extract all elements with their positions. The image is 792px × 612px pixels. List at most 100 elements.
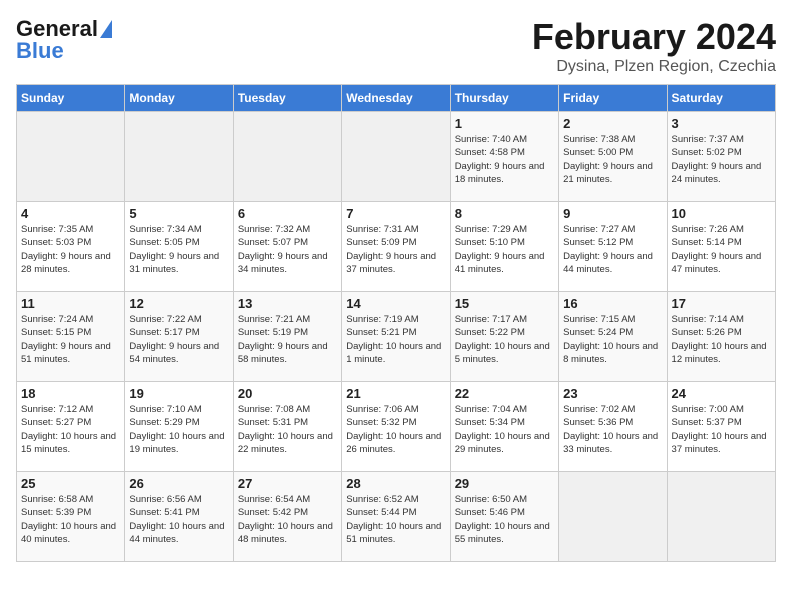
day-info: Sunrise: 7:15 AMSunset: 5:24 PMDaylight:… (563, 313, 662, 366)
week-row-0: 1 Sunrise: 7:40 AMSunset: 4:58 PMDaylight… (17, 112, 776, 202)
day-number: 11 (21, 296, 120, 311)
day-info: Sunrise: 7:10 AMSunset: 5:29 PMDaylight:… (129, 403, 228, 456)
day-info: Sunrise: 6:52 AMSunset: 5:44 PMDaylight:… (346, 493, 445, 546)
day-number: 1 (455, 116, 554, 131)
day-cell (233, 112, 341, 202)
day-cell: 21 Sunrise: 7:06 AMSunset: 5:32 PMDayligh… (342, 382, 450, 472)
day-cell: 10Sunrise: 7:26 AMSunset: 5:14 PMDayligh… (667, 202, 775, 292)
week-row-4: 25 Sunrise: 6:58 AMSunset: 5:39 PMDayligh… (17, 472, 776, 562)
day-number: 18 (21, 386, 120, 401)
day-cell: 9 Sunrise: 7:27 AMSunset: 5:12 PMDaylight… (559, 202, 667, 292)
day-cell: 26 Sunrise: 6:56 AMSunset: 5:41 PMDayligh… (125, 472, 233, 562)
day-cell: 5 Sunrise: 7:34 AMSunset: 5:05 PMDaylight… (125, 202, 233, 292)
day-number: 24 (672, 386, 771, 401)
day-cell: 20 Sunrise: 7:08 AMSunset: 5:31 PMDayligh… (233, 382, 341, 472)
day-cell: 12 Sunrise: 7:22 AMSunset: 5:17 PMDayligh… (125, 292, 233, 382)
day-info: Sunrise: 7:08 AMSunset: 5:31 PMDaylight:… (238, 403, 337, 456)
day-info: Sunrise: 7:37 AMSunset: 5:02 PMDaylight:… (672, 133, 771, 186)
day-info: Sunrise: 7:19 AMSunset: 5:21 PMDaylight:… (346, 313, 445, 366)
day-cell: 22 Sunrise: 7:04 AMSunset: 5:34 PMDayligh… (450, 382, 558, 472)
logo-blue-text: Blue (16, 38, 64, 64)
day-cell: 2 Sunrise: 7:38 AMSunset: 5:00 PMDaylight… (559, 112, 667, 202)
day-cell: 24 Sunrise: 7:00 AMSunset: 5:37 PMDayligh… (667, 382, 775, 472)
day-number: 22 (455, 386, 554, 401)
day-info: Sunrise: 7:24 AMSunset: 5:15 PMDaylight:… (21, 313, 120, 366)
day-info: Sunrise: 7:06 AMSunset: 5:32 PMDaylight:… (346, 403, 445, 456)
day-number: 4 (21, 206, 120, 221)
header-tuesday: Tuesday (233, 85, 341, 112)
day-cell: 15Sunrise: 7:17 AMSunset: 5:22 PMDayligh… (450, 292, 558, 382)
day-number: 13 (238, 296, 337, 311)
day-cell (559, 472, 667, 562)
day-number: 5 (129, 206, 228, 221)
title-area: February 2024 Dysina, Plzen Region, Czec… (532, 16, 776, 76)
day-number: 26 (129, 476, 228, 491)
calendar-header: SundayMondayTuesdayWednesdayThursdayFrid… (17, 85, 776, 112)
day-number: 7 (346, 206, 445, 221)
header-wednesday: Wednesday (342, 85, 450, 112)
day-number: 8 (455, 206, 554, 221)
day-cell: 3 Sunrise: 7:37 AMSunset: 5:02 PMDaylight… (667, 112, 775, 202)
day-info: Sunrise: 7:21 AMSunset: 5:19 PMDaylight:… (238, 313, 337, 366)
day-cell: 28 Sunrise: 6:52 AMSunset: 5:44 PMDayligh… (342, 472, 450, 562)
day-cell: 8 Sunrise: 7:29 AMSunset: 5:10 PMDaylight… (450, 202, 558, 292)
header-saturday: Saturday (667, 85, 775, 112)
day-cell (342, 112, 450, 202)
calendar-subtitle: Dysina, Plzen Region, Czechia (532, 58, 776, 76)
day-info: Sunrise: 7:38 AMSunset: 5:00 PMDaylight:… (563, 133, 662, 186)
day-number: 16 (563, 296, 662, 311)
day-cell: 23 Sunrise: 7:02 AMSunset: 5:36 PMDayligh… (559, 382, 667, 472)
day-info: Sunrise: 7:04 AMSunset: 5:34 PMDaylight:… (455, 403, 554, 456)
day-number: 23 (563, 386, 662, 401)
header-monday: Monday (125, 85, 233, 112)
day-info: Sunrise: 7:31 AMSunset: 5:09 PMDaylight:… (346, 223, 445, 276)
day-cell: 4 Sunrise: 7:35 AMSunset: 5:03 PMDaylight… (17, 202, 125, 292)
header-row: SundayMondayTuesdayWednesdayThursdayFrid… (17, 85, 776, 112)
day-number: 25 (21, 476, 120, 491)
day-number: 21 (346, 386, 445, 401)
day-cell: 14Sunrise: 7:19 AMSunset: 5:21 PMDayligh… (342, 292, 450, 382)
day-number: 10 (672, 206, 771, 221)
day-info: Sunrise: 7:35 AMSunset: 5:03 PMDaylight:… (21, 223, 120, 276)
day-cell: 25 Sunrise: 6:58 AMSunset: 5:39 PMDayligh… (17, 472, 125, 562)
day-info: Sunrise: 7:02 AMSunset: 5:36 PMDaylight:… (563, 403, 662, 456)
day-cell: 19 Sunrise: 7:10 AMSunset: 5:29 PMDayligh… (125, 382, 233, 472)
day-info: Sunrise: 6:56 AMSunset: 5:41 PMDaylight:… (129, 493, 228, 546)
day-info: Sunrise: 7:32 AMSunset: 5:07 PMDaylight:… (238, 223, 337, 276)
day-number: 9 (563, 206, 662, 221)
day-info: Sunrise: 7:14 AMSunset: 5:26 PMDaylight:… (672, 313, 771, 366)
day-number: 20 (238, 386, 337, 401)
day-number: 19 (129, 386, 228, 401)
day-info: Sunrise: 7:40 AMSunset: 4:58 PMDaylight:… (455, 133, 554, 186)
day-number: 28 (346, 476, 445, 491)
day-number: 27 (238, 476, 337, 491)
day-info: Sunrise: 7:22 AMSunset: 5:17 PMDaylight:… (129, 313, 228, 366)
day-info: Sunrise: 7:00 AMSunset: 5:37 PMDaylight:… (672, 403, 771, 456)
header: General Blue February 2024 Dysina, Plzen… (16, 16, 776, 76)
day-number: 12 (129, 296, 228, 311)
logo-triangle-icon (100, 20, 112, 38)
day-info: Sunrise: 7:17 AMSunset: 5:22 PMDaylight:… (455, 313, 554, 366)
day-info: Sunrise: 6:58 AMSunset: 5:39 PMDaylight:… (21, 493, 120, 546)
header-thursday: Thursday (450, 85, 558, 112)
day-cell (17, 112, 125, 202)
calendar-table: SundayMondayTuesdayWednesdayThursdayFrid… (16, 84, 776, 562)
day-number: 2 (563, 116, 662, 131)
day-cell: 11 Sunrise: 7:24 AMSunset: 5:15 PMDayligh… (17, 292, 125, 382)
day-cell: 17 Sunrise: 7:14 AMSunset: 5:26 PMDayligh… (667, 292, 775, 382)
day-info: Sunrise: 7:34 AMSunset: 5:05 PMDaylight:… (129, 223, 228, 276)
calendar-title: February 2024 (532, 16, 776, 58)
logo: General Blue (16, 16, 112, 64)
day-info: Sunrise: 7:12 AMSunset: 5:27 PMDaylight:… (21, 403, 120, 456)
day-number: 3 (672, 116, 771, 131)
week-row-1: 4 Sunrise: 7:35 AMSunset: 5:03 PMDaylight… (17, 202, 776, 292)
day-number: 17 (672, 296, 771, 311)
day-info: Sunrise: 7:29 AMSunset: 5:10 PMDaylight:… (455, 223, 554, 276)
header-sunday: Sunday (17, 85, 125, 112)
calendar-body: 1 Sunrise: 7:40 AMSunset: 4:58 PMDaylight… (17, 112, 776, 562)
day-cell: 27Sunrise: 6:54 AMSunset: 5:42 PMDayligh… (233, 472, 341, 562)
day-cell: 29Sunrise: 6:50 AMSunset: 5:46 PMDayligh… (450, 472, 558, 562)
header-friday: Friday (559, 85, 667, 112)
day-info: Sunrise: 7:27 AMSunset: 5:12 PMDaylight:… (563, 223, 662, 276)
week-row-2: 11 Sunrise: 7:24 AMSunset: 5:15 PMDayligh… (17, 292, 776, 382)
